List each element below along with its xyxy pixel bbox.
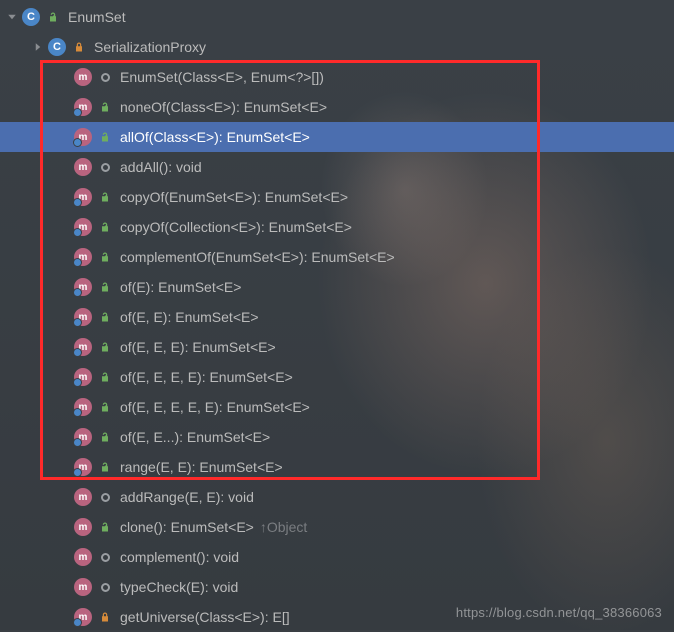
public-icon	[98, 310, 112, 324]
tree-node-member[interactable]: copyOf(EnumSet<E>): EnumSet<E>	[0, 182, 674, 212]
method-icon	[74, 428, 92, 446]
method-icon	[74, 518, 92, 536]
tree-node-member[interactable]: of(E, E, E, E, E): EnumSet<E>	[0, 392, 674, 422]
method-icon	[74, 68, 92, 86]
tree-node-member[interactable]: range(E, E): EnumSet<E>	[0, 452, 674, 482]
member-label: copyOf(Collection<E>): EnumSet<E>	[120, 219, 352, 235]
public-icon	[46, 10, 60, 24]
public-icon	[98, 520, 112, 534]
method-icon	[74, 128, 92, 146]
method-icon	[74, 248, 92, 266]
tree-node-member[interactable]: of(E, E, E, E): EnumSet<E>	[0, 362, 674, 392]
method-icon	[74, 368, 92, 386]
tree-node-member[interactable]: addRange(E, E): void	[0, 482, 674, 512]
tree-node-member[interactable]: of(E, E, E): EnumSet<E>	[0, 332, 674, 362]
private-icon	[98, 610, 112, 624]
class-icon	[48, 38, 66, 56]
method-icon	[74, 578, 92, 596]
member-label: range(E, E): EnumSet<E>	[120, 459, 283, 475]
inner-class-label: SerializationProxy	[94, 39, 206, 55]
tree-node-member[interactable]: complementOf(EnumSet<E>): EnumSet<E>	[0, 242, 674, 272]
method-icon	[74, 188, 92, 206]
structure-tree: EnumSet SerializationProxy EnumSet(Class…	[0, 0, 674, 632]
public-icon	[98, 250, 112, 264]
tree-node-class[interactable]: EnumSet	[0, 2, 674, 32]
package-icon	[98, 490, 112, 504]
chevron-down-icon[interactable]	[4, 9, 20, 25]
member-label: addAll(): void	[120, 159, 202, 175]
override-hint: ↑Object	[260, 519, 307, 535]
member-label: typeCheck(E): void	[120, 579, 238, 595]
tree-node-member[interactable]: addAll(): void	[0, 152, 674, 182]
tree-node-member[interactable]: of(E, E): EnumSet<E>	[0, 302, 674, 332]
public-icon	[98, 400, 112, 414]
member-label: allOf(Class<E>): EnumSet<E>	[120, 129, 310, 145]
member-label: addRange(E, E): void	[120, 489, 254, 505]
member-label: of(E, E, E): EnumSet<E>	[120, 339, 276, 355]
method-icon	[74, 608, 92, 626]
tree-node-member[interactable]: EnumSet(Class<E>, Enum<?>[])	[0, 62, 674, 92]
method-icon	[74, 398, 92, 416]
member-label: complement(): void	[120, 549, 239, 565]
tree-node-member[interactable]: clone(): EnumSet<E> ↑Object	[0, 512, 674, 542]
method-icon	[74, 548, 92, 566]
tree-node-member[interactable]: complement(): void	[0, 542, 674, 572]
public-icon	[98, 460, 112, 474]
method-icon	[74, 338, 92, 356]
public-icon	[98, 190, 112, 204]
public-icon	[98, 100, 112, 114]
public-icon	[98, 370, 112, 384]
package-icon	[98, 550, 112, 564]
public-icon	[98, 130, 112, 144]
package-icon	[98, 70, 112, 84]
public-icon	[98, 220, 112, 234]
method-icon	[74, 488, 92, 506]
tree-node-inner-class[interactable]: SerializationProxy	[0, 32, 674, 62]
member-label: copyOf(EnumSet<E>): EnumSet<E>	[120, 189, 348, 205]
watermark-text: https://blog.csdn.net/qq_38366063	[456, 605, 662, 620]
class-icon	[22, 8, 40, 26]
method-icon	[74, 158, 92, 176]
member-label: complementOf(EnumSet<E>): EnumSet<E>	[120, 249, 395, 265]
method-icon	[74, 458, 92, 476]
method-icon	[74, 98, 92, 116]
package-icon	[98, 160, 112, 174]
method-icon	[74, 278, 92, 296]
member-label: of(E, E, E, E): EnumSet<E>	[120, 369, 293, 385]
members-list: EnumSet(Class<E>, Enum<?>[]) noneOf(Class…	[0, 62, 674, 632]
tree-node-member[interactable]: of(E): EnumSet<E>	[0, 272, 674, 302]
tree-node-member[interactable]: of(E, E...): EnumSet<E>	[0, 422, 674, 452]
private-icon	[72, 40, 86, 54]
public-icon	[98, 430, 112, 444]
method-icon	[74, 308, 92, 326]
tree-node-member[interactable]: copyOf(Collection<E>): EnumSet<E>	[0, 212, 674, 242]
class-label: EnumSet	[68, 9, 126, 25]
member-label: clone(): EnumSet<E>	[120, 519, 254, 535]
package-icon	[98, 580, 112, 594]
tree-node-member[interactable]: typeCheck(E): void	[0, 572, 674, 602]
member-label: of(E, E, E, E, E): EnumSet<E>	[120, 399, 310, 415]
member-label: noneOf(Class<E>): EnumSet<E>	[120, 99, 327, 115]
member-label: getUniverse(Class<E>): E[]	[120, 609, 290, 625]
method-icon	[74, 218, 92, 236]
public-icon	[98, 280, 112, 294]
public-icon	[98, 340, 112, 354]
chevron-right-icon[interactable]	[30, 39, 46, 55]
member-label: of(E, E): EnumSet<E>	[120, 309, 259, 325]
member-label: of(E): EnumSet<E>	[120, 279, 241, 295]
member-label: EnumSet(Class<E>, Enum<?>[])	[120, 69, 324, 85]
tree-node-member[interactable]: allOf(Class<E>): EnumSet<E>	[0, 122, 674, 152]
tree-node-member[interactable]: noneOf(Class<E>): EnumSet<E>	[0, 92, 674, 122]
member-label: of(E, E...): EnumSet<E>	[120, 429, 270, 445]
